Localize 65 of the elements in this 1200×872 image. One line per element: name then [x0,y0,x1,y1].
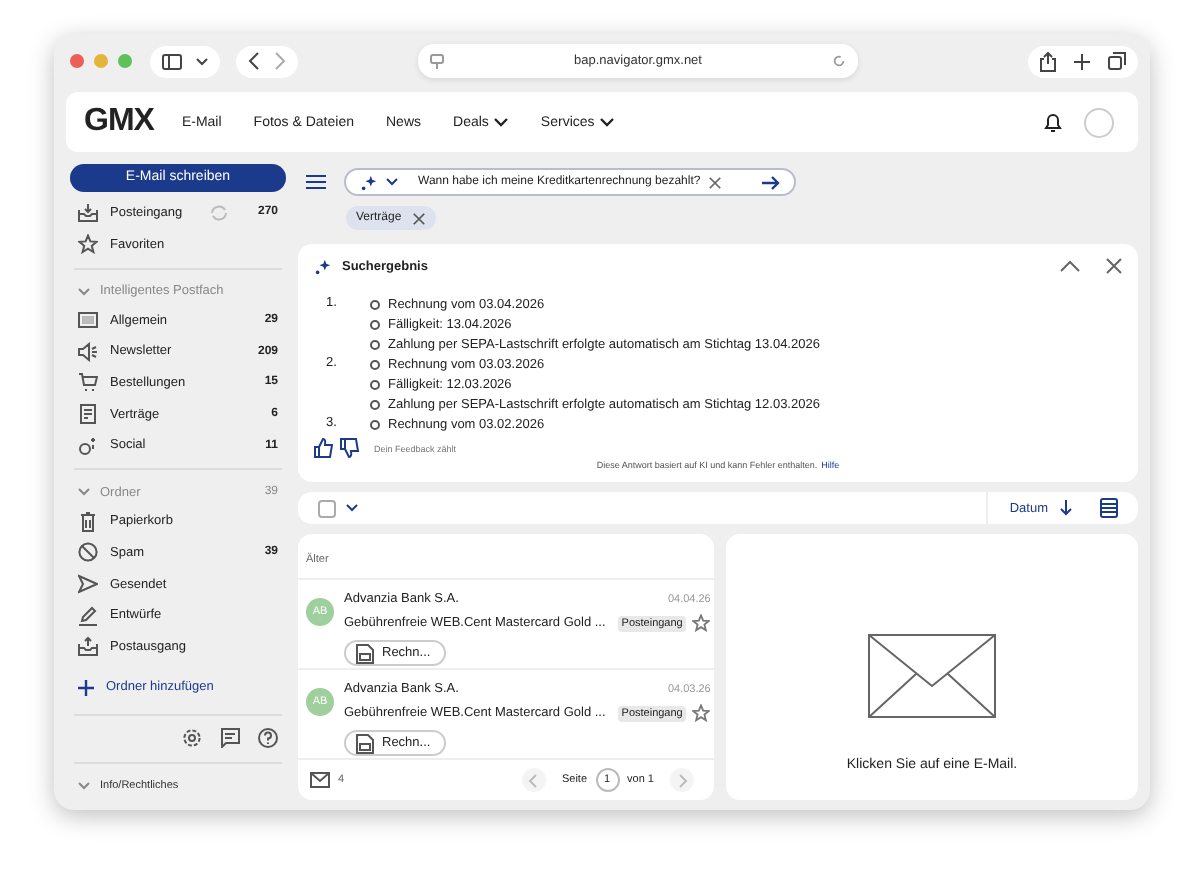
back-icon [248,52,260,70]
sidebar-toggle-button[interactable] [150,45,220,77]
grid-icon [78,310,98,331]
caret-icon [494,117,509,127]
close-icon[interactable] [1106,258,1122,274]
bullet-icon [370,379,380,389]
chevron-icon [78,782,90,791]
share-icon[interactable] [1040,51,1056,71]
tabs-overview-icon[interactable] [1108,52,1126,70]
site-icon [430,53,444,69]
bullet-icon [370,339,380,349]
select-all-checkbox[interactable] [318,499,336,517]
settings-icon[interactable] [182,728,202,749]
inbox-icon [78,636,98,657]
sparkle-icon [360,173,378,191]
thumbs-up-icon[interactable] [314,438,334,458]
menu-icon[interactable] [306,174,326,190]
close-window-icon[interactable] [70,54,84,68]
contract-icon [78,404,98,425]
star-icon[interactable] [692,704,711,722]
star-icon [78,234,98,255]
reload-icon[interactable] [832,54,846,68]
help-icon[interactable] [258,728,278,749]
pdf-file-icon [356,733,374,753]
arrow-down-icon [1060,500,1072,516]
megaphone-icon [78,341,98,362]
forward-icon [274,52,286,70]
envelope-icon [868,634,996,718]
mail-icon [310,772,330,788]
bullet-icon [370,299,380,309]
caret-icon [600,117,615,127]
star-icon[interactable] [692,614,711,632]
bullet-icon [370,399,380,409]
sidebar-icon [162,53,182,69]
gmx-logo[interactable]: GMX [84,104,154,140]
cart-icon [78,372,98,393]
chevron-icon [78,488,90,497]
navigation-buttons[interactable] [236,45,298,77]
chevron-icon [78,287,90,296]
thumbs-down-icon[interactable] [340,438,360,458]
chevron-right-icon [677,773,687,787]
bullet-icon [370,319,380,329]
layout-icon[interactable] [1100,498,1118,518]
close-icon[interactable] [411,211,426,225]
spam-icon [78,542,98,563]
inbox-icon [78,202,98,223]
chevron-left-icon [528,773,539,787]
caret-icon[interactable] [386,178,398,186]
bullet-icon [370,359,380,369]
caret-icon [196,57,208,65]
pdf-file-icon [356,643,374,663]
plus-icon [78,679,94,696]
new-tab-icon[interactable] [1074,53,1090,69]
chat-icon[interactable] [220,728,240,749]
clear-icon[interactable] [708,175,723,189]
collapse-icon[interactable] [1060,260,1080,272]
chevron-icon[interactable] [346,504,358,512]
send-icon [78,574,98,595]
draft-icon [78,605,98,626]
bell-icon[interactable] [1044,111,1062,133]
bullet-icon [370,419,380,429]
trash-icon [78,511,98,532]
sparkle-icon [314,257,332,275]
social-icon [78,435,98,456]
arrow-right-icon[interactable] [762,175,780,189]
